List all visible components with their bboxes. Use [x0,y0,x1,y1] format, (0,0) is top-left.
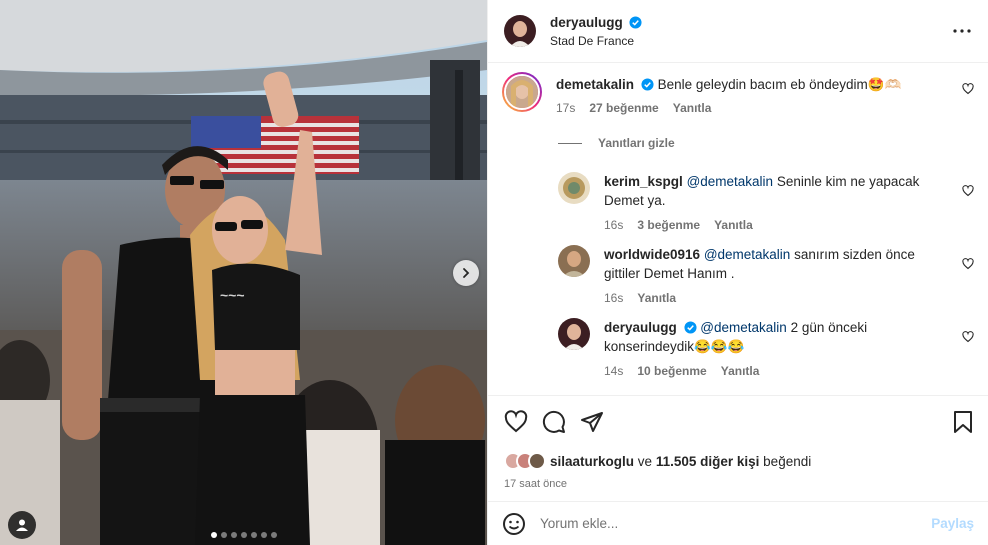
reply-item: deryaulugg @demetakalin 2 gün önceki kon… [558,318,867,378]
emoji-icon [503,512,525,535]
share-icon [581,411,603,432]
reply-text-line2: konserindeydik😂😂😂 [604,339,745,354]
carousel-dot [270,532,277,538]
liker-avatar[interactable] [528,452,546,470]
commenter-username[interactable]: demetakalin [556,77,634,92]
comment-time[interactable]: 17s [556,101,575,115]
carousel-dot [210,532,217,538]
like-reply-heart-icon[interactable] [962,185,974,197]
carousel-dot [240,532,247,538]
post-location[interactable]: Stad De France [550,34,950,48]
like-comment-heart-icon[interactable] [962,83,974,95]
reply-text-line2: gittiler Demet Hanım . [604,266,735,281]
heart-icon [504,409,528,432]
verified-icon [641,78,654,91]
post-photo[interactable]: ~~~ [0,0,487,545]
like-button[interactable] [504,409,528,434]
replier-username[interactable]: worldwide0916 [604,247,700,262]
post-timestamp[interactable]: 17 saat önce [488,475,988,501]
svg-text:~~~: ~~~ [220,287,245,303]
chevron-right-icon [463,268,470,278]
reply-likes[interactable]: 10 beğenme [637,364,706,378]
commenter-avatar[interactable] [502,72,542,112]
more-options-button[interactable] [950,19,974,43]
reply-text-line1: Seninle kim ne yapacak [776,174,920,189]
carousel-indicator [0,532,487,538]
reply-button[interactable]: Yanıtla [673,101,712,115]
comment-item: demetakalin Benle geleydin bacım eb önde… [502,72,901,115]
hide-replies-button[interactable]: Yanıtları gizle [558,136,675,150]
comments-list: demetakalin Benle geleydin bacım eb önde… [488,63,988,395]
emoji-button[interactable] [502,512,526,536]
author-avatar[interactable] [504,15,536,47]
reply-button[interactable]: Yanıtla [714,218,753,232]
likes-suffix: beğendi [763,453,812,469]
post-side-panel: deryaulugg Stad De France demetakalin Be… [487,0,988,545]
replier-avatar[interactable] [558,318,590,350]
reply-text-line2: Demet ya. [604,193,666,208]
more-options-icon [953,29,971,33]
carousel-dot [260,532,267,538]
user-tag-button[interactable] [8,511,36,539]
reply-time[interactable]: 16s [604,291,623,305]
comment-input[interactable] [540,516,932,531]
reply-text-line1: 2 gün önceki [790,320,868,335]
mention-link[interactable]: @demetakalin [687,174,774,189]
post-actions-bar [488,395,988,447]
carousel-dot [230,532,237,538]
replier-avatar[interactable] [558,172,590,204]
likes-summary: silaaturkoglu ve 11.505 diğer kişi beğen… [488,447,988,475]
reply-item: worldwide0916 @demetakalin sanırım sizde… [558,245,915,305]
comment-icon [542,410,565,433]
reply-button[interactable]: Yanıtla [721,364,760,378]
mention-link[interactable]: @demetakalin [704,247,791,262]
reply-item: kerim_kspgl @demetakalin Seninle kim ne … [558,172,919,232]
likes-connector: ve [637,453,653,469]
likes-count-link[interactable]: 11.505 diğer kişi [656,454,760,469]
comment-likes[interactable]: 27 beğenme [589,101,658,115]
like-reply-heart-icon[interactable] [962,258,974,270]
reply-time[interactable]: 14s [604,364,623,378]
hide-replies-label: Yanıtları gizle [598,136,675,150]
reply-text-line1: sanırım sizden önce [794,247,915,262]
bookmark-icon [954,410,972,433]
carousel-next-button[interactable] [453,260,479,286]
carousel-dot [250,532,257,538]
post-comment-button[interactable]: Paylaş [931,516,974,531]
comment-text: Benle geleydin bacım eb öndeydim🤩🫶🏻 [657,77,902,92]
mention-link[interactable]: @demetakalin [700,320,787,335]
add-comment-bar: Paylaş [488,501,988,545]
comment-button[interactable] [542,410,566,434]
replier-username[interactable]: deryaulugg [604,320,677,335]
reply-button[interactable]: Yanıtla [637,291,676,305]
liker-username[interactable]: silaaturkoglu [550,454,634,469]
author-username[interactable]: deryaulugg [550,15,623,30]
user-tag-icon [16,519,28,531]
reply-likes[interactable]: 3 beğenme [637,218,700,232]
concert-photo-illustration: ~~~ [0,0,487,545]
verified-icon [629,15,642,29]
reply-time[interactable]: 16s [604,218,623,232]
replier-username[interactable]: kerim_kspgl [604,174,683,189]
post-header: deryaulugg Stad De France [488,0,988,63]
save-button[interactable] [952,410,974,434]
replier-avatar[interactable] [558,245,590,277]
verified-icon [683,321,697,334]
divider-line [558,142,582,144]
like-reply-heart-icon[interactable] [962,331,974,343]
share-button[interactable] [580,410,604,434]
carousel-dot [220,532,227,538]
